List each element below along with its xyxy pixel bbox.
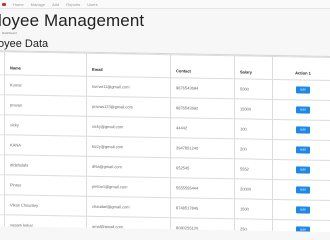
column-header-salary: Salary [234,55,273,80]
cell-name: Kumar [4,74,87,97]
cell-action: Edit [272,199,330,221]
cell-email: kumar11@gmail.com [86,76,171,98]
cell-email: dfsa@gmail.com [86,156,171,178]
cell-action: Edit [272,219,330,233]
column-header-name: Name [4,51,87,77]
column-header-contact: Contact [170,54,235,79]
column-header-action: Action 1 [272,56,330,81]
cell-salary: 200 [234,138,273,160]
cell-action: Edit [272,119,330,141]
edit-button[interactable]: Edit [296,206,310,214]
cell-email: amal@gmail.com [86,216,171,233]
cell-salary: 1500 [234,198,273,220]
edit-button[interactable]: Edit [296,146,310,154]
nav-link-home[interactable]: Home [13,2,24,7]
cell-action: Edit [272,179,330,201]
cell-contact: 44442 [170,117,235,139]
nav-link-manage[interactable]: Manage [31,2,45,7]
cell-action: Edit [272,79,330,101]
cell-name: yugam kekar [4,214,87,233]
employee-table-container: Name Email Contact Salary Action 1 Kumar… [0,50,330,233]
cell-contact: 8080255120 [170,217,235,233]
cell-salary: 5000 [234,78,273,100]
cell-email: kizzy@gmail.com [86,136,171,158]
breadcrumb[interactable]: Dashboard [2,31,17,35]
cell-contact: 652545 [170,157,235,179]
cell-email: pravas123@gmail.com [86,96,171,118]
cell-contact: 9876543692 [170,97,235,119]
cell-salary: 250 [234,218,273,233]
cell-salary: 15000 [234,98,273,120]
column-header-email: Email [86,53,171,78]
employee-table: Name Email Contact Salary Action 1 Kumar… [0,51,330,233]
cell-name: Pintoo [4,174,87,197]
edit-button[interactable]: Edit [296,166,310,174]
cell-contact: 5555555444 [170,177,235,199]
cell-email: pintoo1@gmail.com [86,176,171,198]
brand-logo [2,2,6,6]
cell-email: chaudari@gmail.com [86,196,171,218]
edit-button[interactable]: Edit [296,226,310,233]
cell-action: Edit [272,159,330,181]
cell-contact: 3947851240 [170,137,235,159]
cell-action: Edit [272,139,330,161]
cell-name: vicky [4,114,87,137]
nav-link-reports[interactable]: Reports [66,2,80,7]
page-title: loyee Management [0,11,145,30]
cell-name: pravas [4,94,87,117]
edit-button[interactable]: Edit [296,106,310,114]
cell-salary: 5552 [234,158,273,180]
cell-contact: 9876543694 [170,77,235,99]
cell-contact: 8748517845 [170,197,235,219]
cell-salary: 100 [234,118,273,140]
cell-name: Vikas Choudary [4,194,87,217]
nav-link-add[interactable]: Add [52,2,59,7]
cell-email: vicky@gmail.com [86,116,171,138]
edit-button[interactable]: Edit [296,186,310,194]
cell-action: Edit [272,99,330,121]
section-title: oyee Data [0,38,49,50]
edit-button[interactable]: Edit [296,86,310,94]
top-nav-bar: Home Manage Add Reports Users [0,0,330,9]
cell-name: KANA [4,134,87,157]
table-body: Kumar kumar11@gmail.com 9876543694 5000 Edit… [0,74,330,233]
cell-salary: 20000 [234,178,273,200]
edit-button[interactable]: Edit [296,126,310,134]
nav-link-users[interactable]: Users [87,2,97,7]
cell-name: dfdsfsdafs [4,154,87,177]
